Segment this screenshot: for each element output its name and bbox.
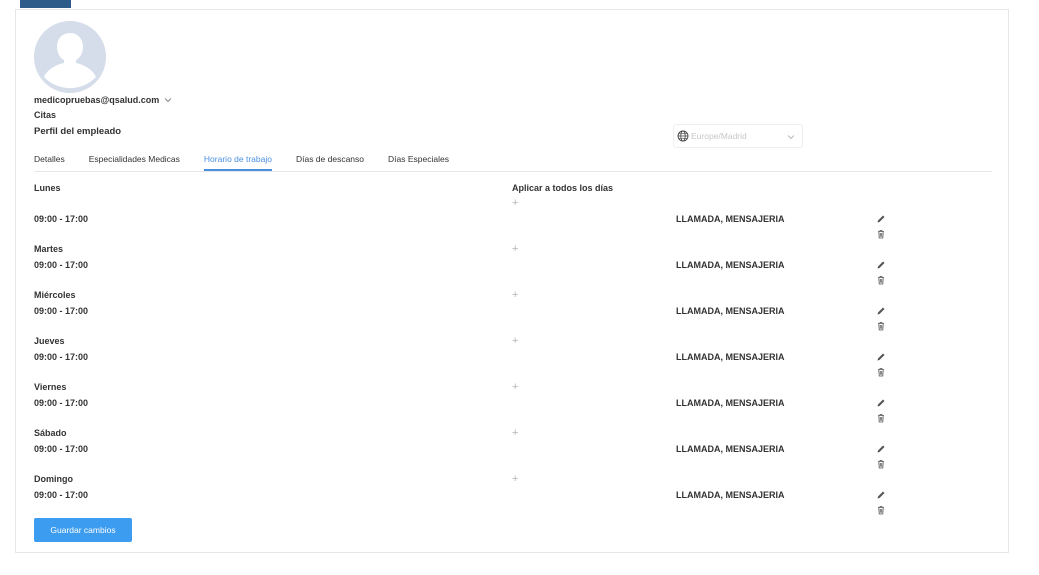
time-range-viernes: 09:00 - 17:00	[34, 398, 89, 408]
edit-pencil-icon[interactable]	[876, 444, 886, 454]
save-changes-button[interactable]: Guardar cambios	[34, 518, 132, 542]
chevron-down-icon	[787, 135, 795, 140]
services-miercoles: LLAMADA, MENSAJERIA	[676, 306, 785, 316]
apply-all-days-label: Aplicar a todos los días	[512, 183, 614, 193]
add-slot-button-viernes[interactable]: +	[512, 382, 518, 393]
day-label-sabado: Sábado	[34, 428, 67, 438]
time-range-jueves: 09:00 - 17:00	[34, 352, 89, 362]
tab-divider	[34, 171, 992, 172]
tab-especialidades-medicas[interactable]: Especialidades Medicas	[89, 154, 180, 171]
page-title: Perfil del empleado	[34, 126, 122, 137]
edit-pencil-icon[interactable]	[876, 352, 886, 362]
time-range-martes: 09:00 - 17:00	[34, 260, 89, 270]
avatar	[34, 21, 106, 93]
profile-subtitle: Citas	[34, 110, 57, 120]
chevron-down-icon	[164, 98, 172, 103]
user-email-dropdown[interactable]: medicopruebas@qsalud.com	[34, 95, 173, 105]
day-label-lunes: Lunes	[34, 183, 61, 193]
tab-bar: Detalles Especialidades Medicas Horario …	[34, 154, 473, 171]
time-range-miercoles: 09:00 - 17:00	[34, 306, 89, 316]
tab-detalles[interactable]: Detalles	[34, 154, 65, 171]
trash-icon[interactable]	[876, 321, 886, 331]
employee-profile-card	[15, 9, 1009, 553]
edit-pencil-icon[interactable]	[876, 260, 886, 270]
tab-horario-de-trabajo[interactable]: Horario de trabajo	[203, 154, 272, 171]
services-lunes: LLAMADA, MENSAJERIA	[676, 214, 785, 224]
globe-icon	[677, 130, 689, 142]
add-slot-button-domingo[interactable]: +	[512, 474, 518, 485]
services-viernes: LLAMADA, MENSAJERIA	[676, 398, 785, 408]
day-label-domingo: Domingo	[34, 474, 73, 484]
trash-icon[interactable]	[876, 275, 886, 285]
trash-icon[interactable]	[876, 413, 886, 423]
user-silhouette-icon	[34, 21, 106, 93]
top-accent-bar	[20, 0, 71, 8]
services-martes: LLAMADA, MENSAJERIA	[676, 260, 785, 270]
services-jueves: LLAMADA, MENSAJERIA	[676, 352, 785, 362]
services-sabado: LLAMADA, MENSAJERIA	[676, 444, 785, 454]
edit-pencil-icon[interactable]	[876, 306, 886, 316]
time-range-domingo: 09:00 - 17:00	[34, 490, 89, 500]
trash-icon[interactable]	[876, 459, 886, 469]
add-slot-button-martes[interactable]: +	[512, 244, 518, 255]
time-range-lunes: 09:00 - 17:00	[34, 214, 89, 224]
trash-icon[interactable]	[876, 505, 886, 515]
add-slot-button-miercoles[interactable]: +	[512, 290, 518, 301]
tab-dias-especiales[interactable]: Días Especiales	[388, 154, 449, 171]
apply-all-add-button[interactable]: +	[512, 198, 518, 209]
day-label-jueves: Jueves	[34, 336, 65, 346]
trash-icon[interactable]	[876, 367, 886, 377]
services-domingo: LLAMADA, MENSAJERIA	[676, 490, 785, 500]
user-email: medicopruebas@qsalud.com	[34, 95, 160, 105]
day-label-martes: Martes	[34, 244, 64, 254]
add-slot-button-jueves[interactable]: +	[512, 336, 518, 347]
timezone-select[interactable]: Europe/Madrid	[673, 124, 803, 148]
trash-icon[interactable]	[876, 229, 886, 239]
time-range-sabado: 09:00 - 17:00	[34, 444, 89, 454]
edit-pencil-icon[interactable]	[876, 490, 886, 500]
day-label-viernes: Viernes	[34, 382, 67, 392]
add-slot-button-sabado[interactable]: +	[512, 428, 518, 439]
edit-pencil-icon[interactable]	[876, 214, 886, 224]
tab-dias-de-descanso[interactable]: Días de descanso	[296, 154, 364, 171]
timezone-placeholder: Europe/Madrid	[691, 131, 747, 141]
edit-pencil-icon[interactable]	[876, 398, 886, 408]
day-label-miercoles: Miércoles	[34, 290, 76, 300]
